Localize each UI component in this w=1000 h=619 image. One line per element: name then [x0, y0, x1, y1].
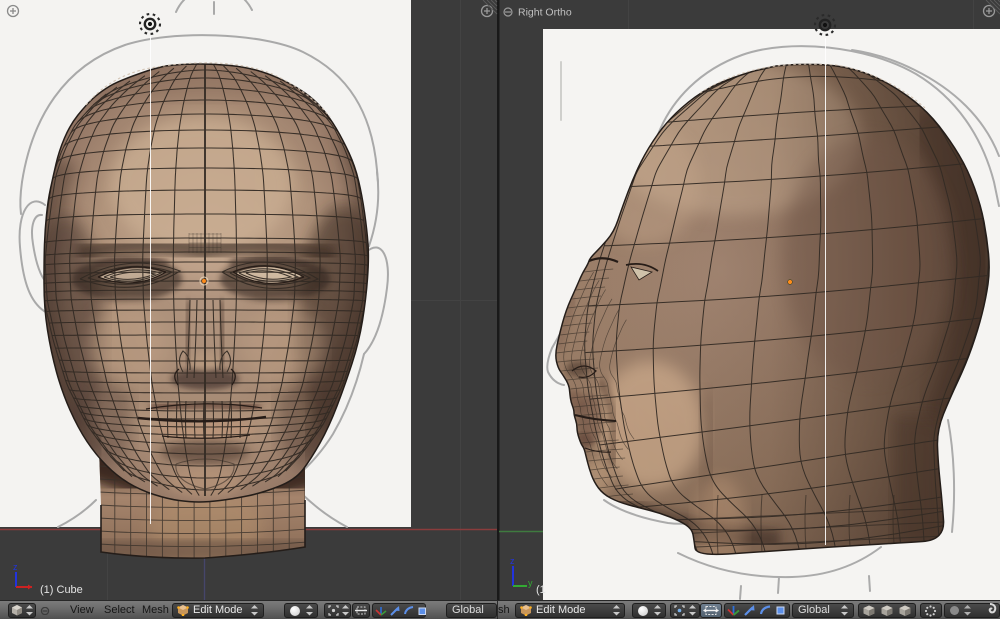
svg-text:Right Ortho: Right Ortho [518, 7, 572, 19]
svg-text:y: y [528, 578, 533, 588]
svg-text:(1) Cube: (1) Cube [40, 584, 83, 596]
svg-text:z: z [13, 562, 18, 572]
svg-text:(1: (1 [536, 584, 546, 596]
svg-text:z: z [510, 556, 515, 566]
